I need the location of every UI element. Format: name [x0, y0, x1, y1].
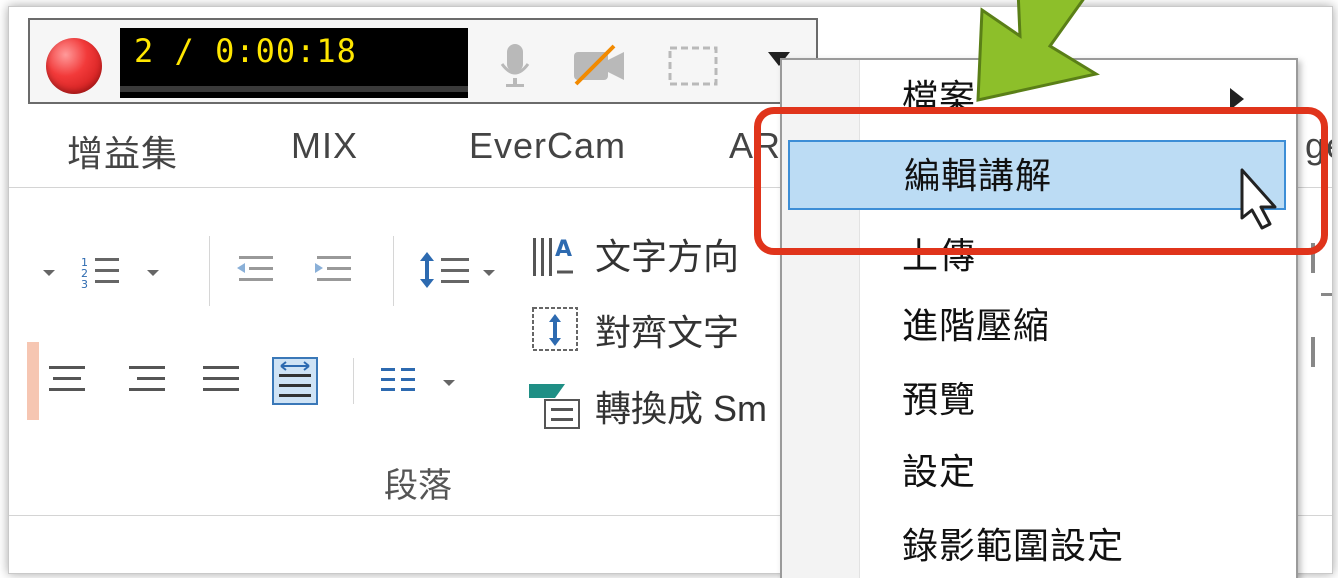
menu-item-label: 上傳 [902, 236, 977, 277]
timer-progress-bar [120, 86, 468, 92]
mouse-pointer-icon [1240, 168, 1277, 230]
recorder-toolbar: 2 / 0:00:18 [28, 18, 818, 104]
timer-text: 2 / 0:00:18 [134, 32, 357, 70]
menu-item-advanced-compress[interactable]: 進階壓縮 [788, 292, 1286, 362]
tab-evercam[interactable]: EverCam [469, 125, 626, 167]
ribbon-paragraph-group: 1 2 3 A 文字方向 對齊文字 轉換成 Sm 段落 [9, 188, 809, 518]
svg-text:3: 3 [81, 278, 88, 290]
green-arrow-annotation [976, 0, 1100, 102]
numbered-list-icon[interactable]: 1 2 3 [37, 250, 197, 290]
camera-off-icon[interactable] [570, 42, 630, 90]
tab-ar[interactable]: AR [729, 125, 781, 167]
menu-item-label: 設定 [902, 452, 977, 493]
ribbon-separator [393, 236, 394, 306]
indent-buttons-icon[interactable] [231, 250, 371, 290]
tab-fragment-right[interactable]: ge [1305, 125, 1332, 167]
record-button[interactable] [46, 38, 102, 94]
smartart-icon[interactable] [525, 378, 587, 434]
menu-item-upload[interactable]: 上傳 [788, 222, 1286, 292]
submenu-arrow-icon [1230, 88, 1244, 110]
accent-bar [27, 342, 39, 420]
tab-mix[interactable]: MIX [291, 125, 358, 167]
convert-smartart-label[interactable]: 轉換成 Sm [595, 380, 767, 432]
align-text-icon[interactable] [529, 304, 583, 354]
menu-item-preview[interactable]: 預覽 [788, 366, 1286, 436]
menu-item-label: 編輯講解 [904, 156, 1053, 197]
menu-item-label: 錄影範圍設定 [902, 526, 1125, 567]
text-direction-icon[interactable]: A [527, 228, 589, 284]
tab-addins[interactable]: 增益集 [67, 125, 178, 177]
line-spacing-icon[interactable] [413, 248, 507, 292]
text-direction-label[interactable]: 文字方向 [595, 228, 739, 280]
menu-item-settings[interactable]: 設定 [788, 438, 1286, 508]
ribbon-partial-icons [1311, 243, 1332, 367]
paragraph-alignment-icons[interactable] [47, 354, 467, 408]
menu-item-recording-area-settings[interactable]: 錄影範圍設定 [788, 512, 1286, 578]
recorder-context-menu: 檔案 編輯講解 上傳 進階壓縮 預覽 設定 錄影範圍設定 [780, 58, 1298, 578]
align-text-label[interactable]: 對齊文字 [595, 304, 739, 356]
ribbon-separator [209, 236, 210, 306]
menu-item-label: 預覽 [902, 380, 977, 421]
group-label-paragraph: 段落 [384, 467, 452, 505]
menu-item-edit-narration[interactable]: 編輯講解 [788, 140, 1286, 210]
menu-item-label: 進階壓縮 [902, 306, 1051, 347]
region-select-icon[interactable] [666, 42, 722, 90]
microphone-icon[interactable] [498, 42, 532, 90]
timer-display: 2 / 0:00:18 [120, 28, 468, 98]
svg-text:A: A [555, 237, 572, 262]
